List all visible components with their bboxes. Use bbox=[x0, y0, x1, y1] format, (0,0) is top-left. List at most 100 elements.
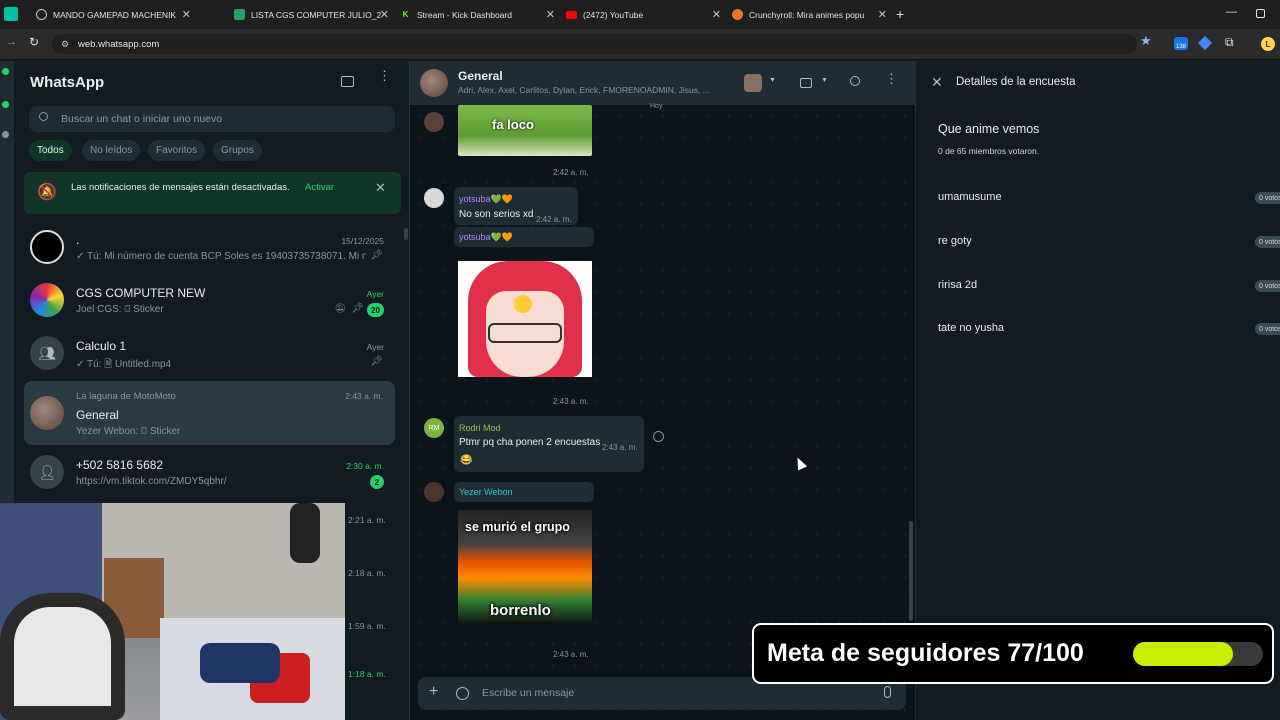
chat-name: CGS COMPUTER NEW bbox=[76, 286, 206, 300]
tab-title: MANDO GAMEPAD MACHENIK bbox=[53, 9, 177, 20]
url-text: web.whatsapp.com bbox=[78, 38, 160, 50]
chat-row-cgs-computer[interactable]: CGS COMPUTER NEW Joel CGS: ⌼ Sticker Aye… bbox=[14, 274, 396, 327]
plus-icon[interactable]: + bbox=[429, 683, 438, 701]
chat-time: Ayer bbox=[366, 342, 384, 352]
message-bubble[interactable]: Yezer Webon bbox=[454, 482, 594, 502]
sticker-fa-loco[interactable]: fa loco bbox=[458, 105, 592, 156]
video-call-icon[interactable] bbox=[800, 78, 812, 88]
menu-icon[interactable]: ⋮ bbox=[378, 69, 391, 82]
chat-row-calculo[interactable]: 👥︎ Calculo 1 ✓ Tú: 🗎 Untitled.mp4 Ayer 📌… bbox=[14, 327, 396, 380]
tab-search-icon[interactable] bbox=[4, 7, 18, 21]
url-omnibox[interactable]: ⚙ web.whatsapp.com bbox=[52, 34, 1137, 54]
message-bubble[interactable]: yotsuba💚🧡 No son serios xd 2:42 a. m. bbox=[454, 187, 578, 225]
search-input[interactable]: Buscar un chat o iniciar uno nuevo bbox=[61, 113, 222, 125]
follower-goal-overlay: Meta de seguidores 77/100 bbox=[752, 623, 1274, 684]
message-time: 2:42 a. m. bbox=[553, 168, 589, 177]
goal-progress-fill bbox=[1133, 642, 1234, 666]
message-sender: yotsuba💚🧡 bbox=[459, 194, 513, 204]
close-tab-icon[interactable]: ✕ bbox=[380, 8, 389, 21]
mute-icon: 🔕︎ bbox=[334, 303, 346, 313]
close-tab-icon[interactable]: ✕ bbox=[712, 8, 721, 21]
message-input[interactable]: Escribe un mensaje bbox=[482, 687, 574, 699]
poll-question: Que anime vemos bbox=[938, 122, 1040, 136]
site-settings-icon[interactable]: ⚙ bbox=[61, 39, 69, 50]
group-parent-name: La laguna de MotoMoto bbox=[76, 391, 176, 402]
extension-badge-icon[interactable]: 138 bbox=[1174, 37, 1188, 50]
close-tab-icon[interactable]: ✕ bbox=[546, 8, 555, 21]
avatar bbox=[30, 230, 64, 264]
close-banner-icon[interactable]: ✕ bbox=[375, 180, 386, 196]
sticker-anime-girl[interactable] bbox=[458, 261, 592, 377]
new-tab-icon[interactable]: + bbox=[896, 6, 904, 22]
tab-title: Stream - Kick Dashboard bbox=[417, 9, 512, 20]
filter-grupos[interactable]: Grupos bbox=[213, 140, 262, 161]
webcam-guitar bbox=[290, 503, 320, 563]
filter-favoritos[interactable]: Favoritos bbox=[148, 140, 206, 161]
chevron-down-icon[interactable]: ▼ bbox=[769, 77, 776, 84]
poll-option: tate no yusha bbox=[938, 322, 1005, 334]
puzzle-icon[interactable]: ⧉ bbox=[1225, 35, 1234, 50]
chat-header: General Adri, Alex, Axel, Carlitos, Dyla… bbox=[410, 61, 915, 105]
message-time: 2:43 a. m. bbox=[553, 650, 589, 659]
vote-count-badge[interactable]: 0 votos bbox=[1255, 323, 1280, 335]
close-tab-icon[interactable]: ✕ bbox=[182, 8, 191, 21]
menu-icon[interactable]: ⋮ bbox=[885, 72, 898, 85]
chat-name: General bbox=[76, 408, 119, 422]
reload-icon[interactable]: ↻ bbox=[29, 35, 39, 49]
maximize-icon[interactable] bbox=[1256, 9, 1265, 18]
message-sender: Yezer Webon bbox=[459, 487, 513, 497]
tab-title: LISTA CGS COMPUTER JULIO_2 bbox=[251, 9, 382, 20]
poll-details-panel: ✕ Detalles de la encuesta Que anime vemo… bbox=[915, 61, 1280, 720]
vote-count-badge[interactable]: 0 votos bbox=[1255, 236, 1280, 248]
message-text: Ptmr pq cha ponen 2 encuestas bbox=[459, 437, 601, 448]
browser-tab-2[interactable]: LISTA CGS COMPUTER JULIO_2 ✕ bbox=[228, 3, 393, 26]
message-bubble[interactable]: Rodri Mod Ptmr pq cha ponen 2 encuestas … bbox=[454, 416, 644, 472]
message-time: 2:42 a. m. bbox=[536, 215, 572, 224]
profile-avatar[interactable]: L bbox=[1261, 37, 1275, 51]
group-avatar[interactable] bbox=[420, 69, 448, 97]
react-emoji-icon[interactable] bbox=[653, 431, 664, 442]
emoji-text: 😂 bbox=[460, 455, 473, 466]
filter-todos[interactable]: Todos bbox=[29, 140, 72, 161]
chat-title[interactable]: General bbox=[458, 69, 503, 83]
conversation-panel: General Adri, Alex, Axel, Carlitos, Dyla… bbox=[410, 61, 915, 720]
chat-time: 2:21 a. m. bbox=[348, 515, 386, 525]
filter-no-leidos[interactable]: No leídos bbox=[82, 140, 141, 161]
browser-tab-4[interactable]: (2472) YouTube ✕ bbox=[560, 3, 725, 26]
new-chat-icon[interactable] bbox=[341, 76, 354, 87]
list-scrollbar[interactable] bbox=[404, 228, 408, 240]
forward-icon[interactable]: → bbox=[6, 36, 17, 48]
search-icon[interactable] bbox=[850, 76, 860, 86]
chevron-down-icon[interactable]: ▼ bbox=[821, 77, 828, 84]
chat-time: 2:30 a. m. bbox=[346, 461, 384, 471]
microphone-icon[interactable] bbox=[884, 686, 891, 698]
activate-link[interactable]: Activar bbox=[305, 182, 334, 193]
chat-row-general[interactable]: La laguna de MotoMoto General Yezer Webo… bbox=[24, 381, 395, 445]
chat-name: Calculo 1 bbox=[76, 339, 127, 353]
browser-tab-1[interactable]: MANDO GAMEPAD MACHENIK ✕ bbox=[30, 3, 195, 26]
minimize-icon[interactable]: — bbox=[1226, 6, 1237, 18]
chat-row-phone[interactable]: 👤︎ +502 5816 5682 https://vm.tiktok.com/… bbox=[14, 446, 396, 499]
vote-count-badge[interactable]: 0 votos bbox=[1255, 280, 1280, 292]
message-bubble[interactable]: yotsuba💚🧡 bbox=[454, 227, 594, 247]
browser-tab-5[interactable]: Crunchyroll: Mira animes popu ✕ bbox=[726, 3, 891, 26]
emoji-icon[interactable] bbox=[456, 687, 469, 700]
chat-row-dot[interactable]: . ✓ Tú: Mi número de cuenta BCP Soles es… bbox=[14, 221, 396, 274]
extension-icon[interactable] bbox=[1197, 35, 1213, 51]
crunchyroll-icon bbox=[732, 9, 743, 20]
status-dot bbox=[2, 68, 9, 75]
chat-time: Ayer bbox=[366, 289, 384, 299]
goal-progress-track bbox=[1133, 642, 1263, 666]
browser-tab-3[interactable]: K Stream - Kick Dashboard ✕ bbox=[394, 3, 559, 26]
vote-count-badge[interactable]: 0 votos bbox=[1255, 192, 1280, 204]
close-tab-icon[interactable]: ✕ bbox=[878, 8, 887, 21]
chat-preview: https://vm.tiktok.com/ZMDY5qbhr/ bbox=[76, 476, 227, 487]
participant-avatar[interactable] bbox=[744, 74, 762, 92]
search-box[interactable]: Buscar un chat o iniciar uno nuevo bbox=[29, 106, 395, 132]
chat-scrollbar[interactable] bbox=[909, 521, 913, 621]
group-avatar-icon: 👥︎ bbox=[30, 336, 64, 370]
avatar bbox=[30, 283, 64, 317]
sticker-se-murio[interactable]: se murió el grupo borrenlo bbox=[458, 510, 592, 624]
bookmark-star-icon[interactable]: ★ bbox=[1140, 33, 1152, 49]
close-icon[interactable]: ✕ bbox=[931, 74, 943, 91]
